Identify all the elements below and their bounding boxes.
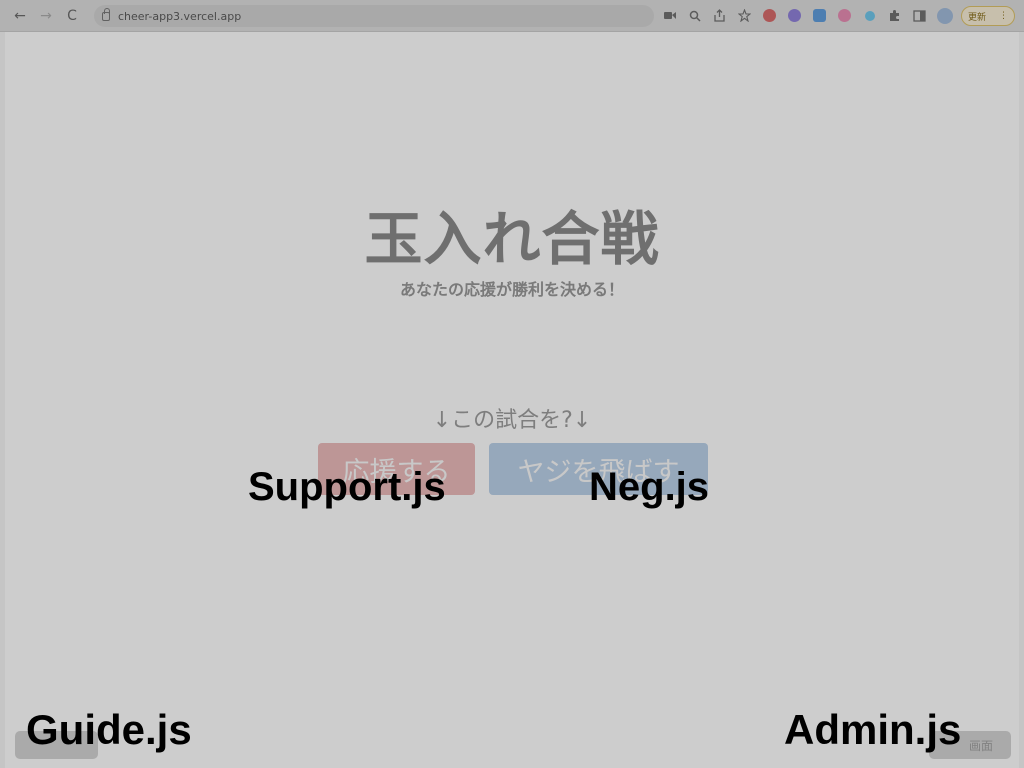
guide-annotation: Guide.js (26, 706, 192, 753)
page-title: 玉入れ合戦 (364, 205, 660, 273)
browser-toolbar: ← → C cheer-app3.vercel.app 更新 ⋮ (0, 0, 1024, 32)
neg-annotation: Neg.js (589, 465, 710, 509)
forward-icon[interactable]: → (34, 4, 58, 28)
match-question: ↓この試合を?↓ (432, 408, 592, 433)
lock-icon (102, 7, 110, 21)
extension-3-icon[interactable] (810, 6, 829, 25)
reload-icon[interactable]: C (60, 4, 84, 28)
puzzle-icon[interactable] (885, 6, 904, 25)
extension-2-icon[interactable] (785, 6, 804, 25)
camera-icon[interactable] (660, 6, 679, 25)
sidebar-icon[interactable] (910, 6, 929, 25)
bookmark-star-icon[interactable] (735, 6, 754, 25)
extension-1-icon[interactable] (760, 6, 779, 25)
profile-avatar-icon[interactable] (935, 6, 954, 25)
zoom-icon[interactable] (685, 6, 704, 25)
update-label: 更新 (968, 12, 987, 23)
admin-annotation: Admin.js (784, 706, 962, 753)
page-viewport: 玉入れ合戦 あなたの応援が勝利を決める！ ↓この試合を?↓ 応援する ヤジを飛ば… (5, 32, 1019, 768)
support-annotation: Support.js (248, 465, 446, 509)
toolbar-icons (660, 6, 954, 25)
extension-4-icon[interactable] (835, 6, 854, 25)
extension-5-icon[interactable] (860, 6, 879, 25)
address-bar[interactable]: cheer-app3.vercel.app (94, 5, 654, 27)
back-icon[interactable]: ← (8, 4, 32, 28)
url-text: cheer-app3.vercel.app (118, 9, 242, 23)
menu-icon[interactable]: ⋮ (999, 11, 1008, 21)
update-button[interactable]: 更新 ⋮ (961, 6, 1015, 26)
page-subtitle: あなたの応援が勝利を決める！ (399, 280, 624, 299)
share-icon[interactable] (710, 6, 729, 25)
